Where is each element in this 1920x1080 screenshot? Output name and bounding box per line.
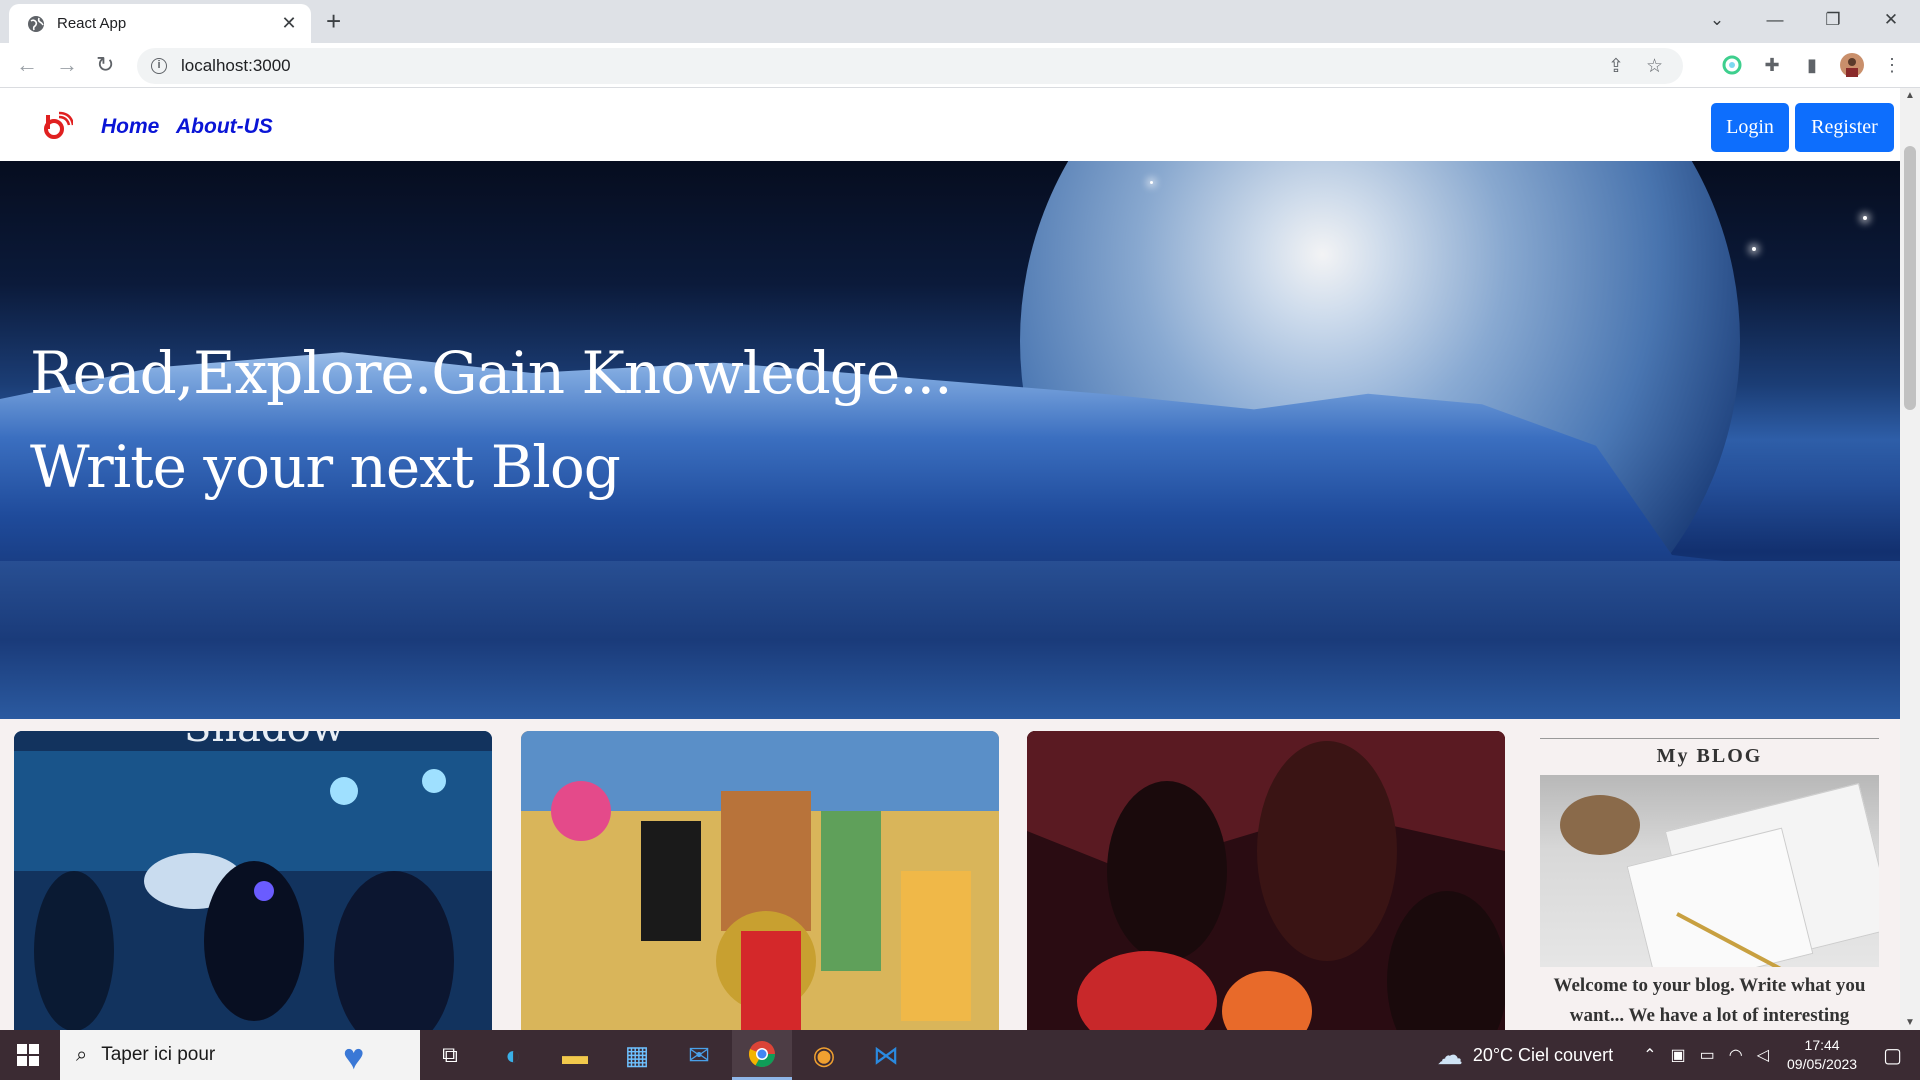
window-controls: ⌄ — ❐ ✕ — [1688, 0, 1920, 40]
scrollbar-thumb[interactable] — [1904, 146, 1916, 410]
hero-heading-line1: Read,Explore.Gain Knowledge... — [30, 339, 953, 407]
edge-browser-icon[interactable]: ◐ — [483, 1030, 543, 1080]
battery-icon[interactable]: ▭ — [1700, 1045, 1715, 1065]
blog-card-2-image — [521, 731, 999, 1030]
wifi-icon[interactable]: ◠ — [1729, 1045, 1743, 1065]
address-bar[interactable]: i localhost:3000 ⇪ ☆ — [137, 48, 1683, 84]
clock-time: 17:44 — [1804, 1037, 1840, 1053]
show-hidden-icons-chevron-icon[interactable]: ⌃ — [1643, 1045, 1656, 1065]
taskbar-search-placeholder: Taper ici pour — [101, 1044, 216, 1065]
globe-icon — [28, 15, 44, 32]
file-explorer-icon[interactable]: ▬ — [545, 1030, 605, 1080]
window-close-button[interactable]: ✕ — [1862, 10, 1920, 30]
taskbar-search-box[interactable]: ⌕ Taper ici pour ♥ — [60, 1030, 420, 1080]
blog-card-2[interactable] — [521, 731, 999, 1030]
hero-star — [1150, 181, 1153, 184]
hero-sea-image — [0, 561, 1900, 719]
scroll-down-arrow-icon[interactable]: ▼ — [1905, 1017, 1915, 1028]
task-view-icon[interactable]: ⧉ — [420, 1030, 480, 1080]
bookmark-star-icon[interactable]: ☆ — [1646, 55, 1663, 78]
scroll-up-arrow-icon[interactable]: ▲ — [1905, 90, 1915, 101]
extension-area: ✚ ▮ ⋮ — [1720, 53, 1904, 77]
blog-card-1-image — [14, 731, 492, 1030]
browser-tab-strip: React App ✕ + ⌄ — ❐ ✕ — [0, 0, 1920, 43]
profile-avatar[interactable] — [1840, 53, 1864, 77]
puzzle-extensions-icon[interactable]: ✚ — [1760, 53, 1784, 77]
blog-logo-icon[interactable] — [43, 111, 73, 141]
clock-date: 09/05/2023 — [1787, 1056, 1858, 1072]
register-button[interactable]: Register — [1795, 103, 1894, 152]
microsoft-store-icon[interactable]: ▦ — [607, 1030, 667, 1080]
tab-title: React App — [57, 15, 127, 32]
sidebar-my-blog: My BLOG Welcome to your blog. Write what… — [1540, 738, 1879, 1030]
share-icon[interactable]: ⇪ — [1608, 55, 1624, 78]
hero-heading-line2: Write your next Blog — [30, 433, 621, 501]
search-icon: ⌕ — [76, 1043, 88, 1066]
sidebar-image-bowl — [1560, 795, 1640, 855]
hero-star — [1752, 247, 1756, 251]
side-panel-icon[interactable]: ▮ — [1800, 53, 1824, 77]
restore-button[interactable]: ❐ — [1804, 10, 1862, 30]
page-viewport: Home About-US Login Register Read,Explor… — [0, 88, 1900, 1030]
tab-close-icon[interactable]: ✕ — [279, 13, 299, 34]
nav-link-about-us[interactable]: About-US — [176, 115, 273, 139]
mail-icon[interactable]: ✉ — [669, 1030, 729, 1080]
sidebar-image — [1540, 775, 1879, 967]
sidebar-welcome-text: Welcome to your blog. Write what you wan… — [1553, 975, 1866, 1026]
browser-tab[interactable]: React App ✕ — [9, 4, 311, 43]
nav-link-home[interactable]: Home — [101, 115, 159, 139]
site-navbar: Home About-US Login Register — [0, 88, 1900, 161]
windows-start-icon[interactable] — [17, 1044, 39, 1066]
weather-text: 20°C Ciel couvert — [1472, 1044, 1614, 1065]
sidebar-divider — [1540, 738, 1879, 739]
login-button[interactable]: Login — [1711, 103, 1789, 152]
windows-taskbar: ⌕ Taper ici pour ♥ ⧉ ◐ ▬ ▦ ✉ ◉ ⋈ ☁ 20°C … — [0, 1030, 1920, 1080]
forward-arrow-icon[interactable]: → — [56, 53, 78, 77]
hero-star — [1863, 216, 1867, 220]
chrome-menu-icon[interactable]: ⋮ — [1880, 53, 1904, 77]
site-info-icon[interactable]: i — [151, 58, 167, 74]
sidebar-image-paper — [1626, 827, 1814, 967]
new-tab-button[interactable]: + — [326, 8, 341, 34]
hero-banner: Read,Explore.Gain Knowledge... Write you… — [0, 161, 1900, 719]
extension-color-icon[interactable] — [1720, 53, 1744, 77]
blog-card-3-image — [1027, 731, 1505, 1030]
blog-card-1[interactable]: Shadow — [14, 731, 492, 1030]
blog-card-1-caption: Shadow — [184, 731, 345, 751]
notification-center-icon[interactable]: ▢ — [1883, 1043, 1902, 1068]
vpn-shield-icon[interactable]: ◉ — [794, 1030, 854, 1080]
taskbar-clock[interactable]: 17:44 09/05/2023 — [1787, 1036, 1857, 1074]
blog-card-3[interactable] — [1027, 731, 1505, 1030]
page-scrollbar[interactable]: ▲ ▼ — [1900, 88, 1920, 1030]
minimize-button[interactable]: — — [1746, 10, 1804, 30]
cloud-weather-icon: ☁ — [1436, 1039, 1463, 1070]
tray-icons: ⌃ ▣ ▭ ◠ ◁ — [1643, 1045, 1769, 1065]
vscode-icon[interactable]: ⋈ — [856, 1030, 916, 1080]
browser-toolbar: ← → ↻ i localhost:3000 ⇪ ☆ ✚ ▮ ⋮ — [0, 43, 1920, 88]
search-highlight-heart-icon[interactable]: ♥ — [343, 1036, 364, 1078]
weather-widget[interactable]: ☁ 20°C Ciel couvert — [1437, 1040, 1613, 1071]
chrome-icon[interactable] — [732, 1030, 792, 1080]
url-text[interactable]: localhost:3000 — [181, 56, 291, 76]
system-tray: ☁ 20°C Ciel couvert ⌃ ▣ ▭ ◠ ◁ 17:44 09/0… — [1437, 1030, 1920, 1080]
sidebar-title: My BLOG — [1656, 745, 1763, 767]
back-arrow-icon[interactable]: ← — [16, 53, 38, 77]
meeting-icon[interactable]: ▣ — [1670, 1045, 1685, 1065]
tab-search-chevron-icon[interactable]: ⌄ — [1688, 10, 1746, 30]
reload-icon[interactable]: ↻ — [96, 53, 114, 77]
volume-icon[interactable]: ◁ — [1757, 1045, 1769, 1065]
